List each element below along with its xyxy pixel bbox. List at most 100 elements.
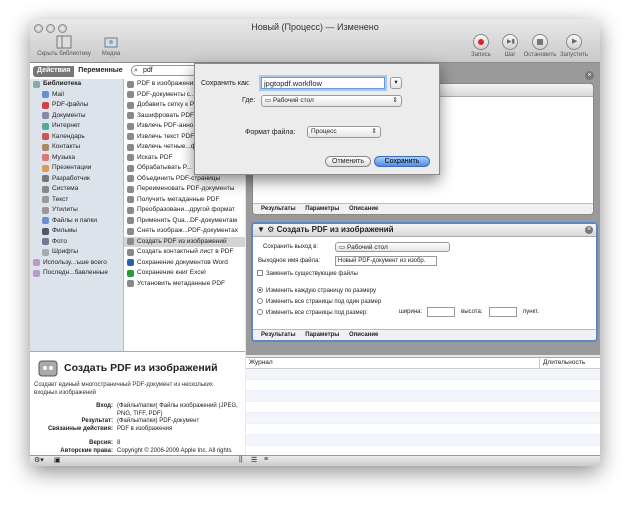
action-item[interactable]: Снять изображ...PDF-документах xyxy=(124,226,245,237)
tab-description-1[interactable]: Описание xyxy=(349,206,378,212)
gear-icon[interactable]: ⚙▾ xyxy=(34,456,44,464)
action-item[interactable]: Создать PDF из изображений xyxy=(124,236,245,247)
category-icon xyxy=(42,133,49,141)
expand-sheet-button[interactable]: ▾ xyxy=(390,77,402,89)
category-item[interactable]: Календарь xyxy=(30,132,123,143)
library-icon xyxy=(56,35,72,49)
action-card-2-title: Создать PDF из изображений xyxy=(276,225,394,234)
category-item[interactable]: Утилиты xyxy=(30,205,123,216)
category-icon xyxy=(42,175,49,183)
filename-input[interactable]: Новый PDF-документ из изобр. xyxy=(335,256,437,266)
stop-icon xyxy=(532,34,548,50)
category-item[interactable]: Шрифты xyxy=(30,247,123,258)
action-card-2-header[interactable]: ▼ ⚙ Создать PDF из изображений xyxy=(253,224,596,237)
view-toggle-icon[interactable]: ▣ xyxy=(54,456,61,464)
save-as-input[interactable]: jpgtopdf.workflow xyxy=(261,77,385,89)
category-item[interactable]: Контакты xyxy=(30,142,123,153)
action-card-2-tabs: Результаты Параметры Описание xyxy=(253,329,596,340)
save-output-popup[interactable]: ▭ Рабочий стол xyxy=(335,242,450,252)
where-popup[interactable]: ▭ Рабочий стол ⇕ xyxy=(261,95,402,107)
category-item[interactable]: Mail xyxy=(30,90,123,101)
replace-checkbox[interactable]: Заменить существующие файлы xyxy=(257,270,358,277)
media-button[interactable]: Медиа xyxy=(100,35,122,57)
category-label: Контакты xyxy=(52,143,81,150)
category-label: Интернет xyxy=(52,122,81,129)
info-version-label: Версия: xyxy=(89,440,113,446)
column-view-icon[interactable]: ≡ xyxy=(264,456,268,463)
window-title: Новый (Процесс) — Изменено xyxy=(251,22,379,32)
category-item[interactable]: PDF-файлы xyxy=(30,100,123,111)
category-icon xyxy=(42,101,49,109)
radio-icon xyxy=(257,298,263,304)
category-item[interactable]: Интернет xyxy=(30,121,123,132)
resize-handle-icon[interactable]: || xyxy=(239,456,243,463)
action-icon xyxy=(127,217,134,225)
popup-arrows-icon: ⇕ xyxy=(371,128,377,135)
radio-one-size[interactable]: Изменить все страницы под один размер xyxy=(257,298,381,305)
category-icon xyxy=(33,269,40,277)
action-item[interactable]: Преобразовани...другой формат xyxy=(124,205,245,216)
save-button[interactable]: Сохранить xyxy=(374,156,430,167)
cancel-button[interactable]: Отменить xyxy=(325,156,371,167)
radio-each-page[interactable]: Изменить каждую страницу по размеру xyxy=(257,287,376,294)
log-col-journal[interactable]: Журнал xyxy=(249,358,273,368)
action-label: Установить метаданные PDF xyxy=(137,279,225,287)
category-item[interactable]: Фильмы xyxy=(30,226,123,237)
close-action-1-icon[interactable]: × xyxy=(585,71,594,80)
close-action-2-icon[interactable]: × xyxy=(585,226,593,234)
category-item[interactable]: Текст xyxy=(30,195,123,206)
log-header: Журнал Длительность xyxy=(246,358,600,369)
category-item[interactable]: Разработчик xyxy=(30,174,123,185)
action-item[interactable]: Применить Qua...DF-документам xyxy=(124,216,245,227)
where-value: Рабочий стол xyxy=(272,97,314,104)
action-item[interactable]: Объединить PDF-страницы xyxy=(124,174,245,185)
action-icon xyxy=(127,227,134,235)
list-view-icon[interactable]: ☰ xyxy=(251,456,257,464)
category-item[interactable]: Файлы и папки xyxy=(30,216,123,227)
tab-params-2[interactable]: Параметры xyxy=(305,332,339,338)
radio-custom-size[interactable]: Изменить все страницы под размер: xyxy=(257,309,368,316)
tab-results-2[interactable]: Результаты xyxy=(261,332,296,338)
category-item[interactable]: Система xyxy=(30,184,123,195)
tab-description-2[interactable]: Описание xyxy=(349,332,378,338)
tab-actions[interactable]: Действия xyxy=(33,66,75,77)
category-icon xyxy=(33,259,40,267)
category-icon xyxy=(33,80,40,88)
category-label: Документы xyxy=(52,111,86,119)
category-item[interactable]: Документы xyxy=(30,111,123,122)
format-popup[interactable]: Процесс ⇕ xyxy=(307,126,381,138)
action-item[interactable]: Сохранение документов Word xyxy=(124,258,245,269)
log-col-duration[interactable]: Длительность xyxy=(539,358,585,368)
category-item[interactable]: Использу...ъше всего xyxy=(30,258,123,269)
category-item[interactable]: Фото xyxy=(30,237,123,248)
radio2-label: Изменить все страницы под один размер xyxy=(266,299,382,305)
action-item[interactable]: Установить метаданные PDF xyxy=(124,279,245,290)
category-item[interactable]: Последн...бавленные xyxy=(30,268,123,279)
action-item[interactable]: Сохранение книг Excel xyxy=(124,268,245,279)
action-item[interactable]: Получить метаданные PDF xyxy=(124,195,245,206)
category-item[interactable]: Музыка xyxy=(30,153,123,164)
action-item[interactable]: Создать контактный лист в PDF xyxy=(124,247,245,258)
collapse-triangle-icon[interactable]: ▼ xyxy=(257,225,265,234)
action-label: Сохранение документов Word xyxy=(137,258,228,266)
height-input[interactable] xyxy=(489,307,517,317)
category-library[interactable]: Библиотека xyxy=(30,79,123,90)
format-value: Процесс xyxy=(311,128,337,135)
action-label: Объединить PDF-страницы xyxy=(137,174,221,182)
tab-params-1[interactable]: Параметры xyxy=(305,206,339,212)
run-button[interactable]: ▶ Запустить xyxy=(554,34,594,58)
save-sheet: Сохранить как: jpgtopdf.workflow ▾ Где: … xyxy=(194,63,440,175)
category-label: Презентации xyxy=(52,164,92,171)
tab-variables[interactable]: Переменные xyxy=(74,66,126,77)
info-input-label: Вход: xyxy=(96,403,113,409)
action-item[interactable]: Переименовать PDF-документы xyxy=(124,184,245,195)
info-result-label: Результат: xyxy=(81,418,113,424)
action-icon xyxy=(127,238,134,246)
search-icon: ⌕ xyxy=(134,67,138,74)
category-label: Фильмы xyxy=(52,227,77,234)
library-tabs: Действия Переменные xyxy=(33,66,127,77)
width-input[interactable] xyxy=(427,307,455,317)
category-item[interactable]: Презентации xyxy=(30,163,123,174)
tab-results-1[interactable]: Результаты xyxy=(261,206,296,212)
hide-library-button[interactable]: Скрыть библиотеку xyxy=(34,35,94,57)
